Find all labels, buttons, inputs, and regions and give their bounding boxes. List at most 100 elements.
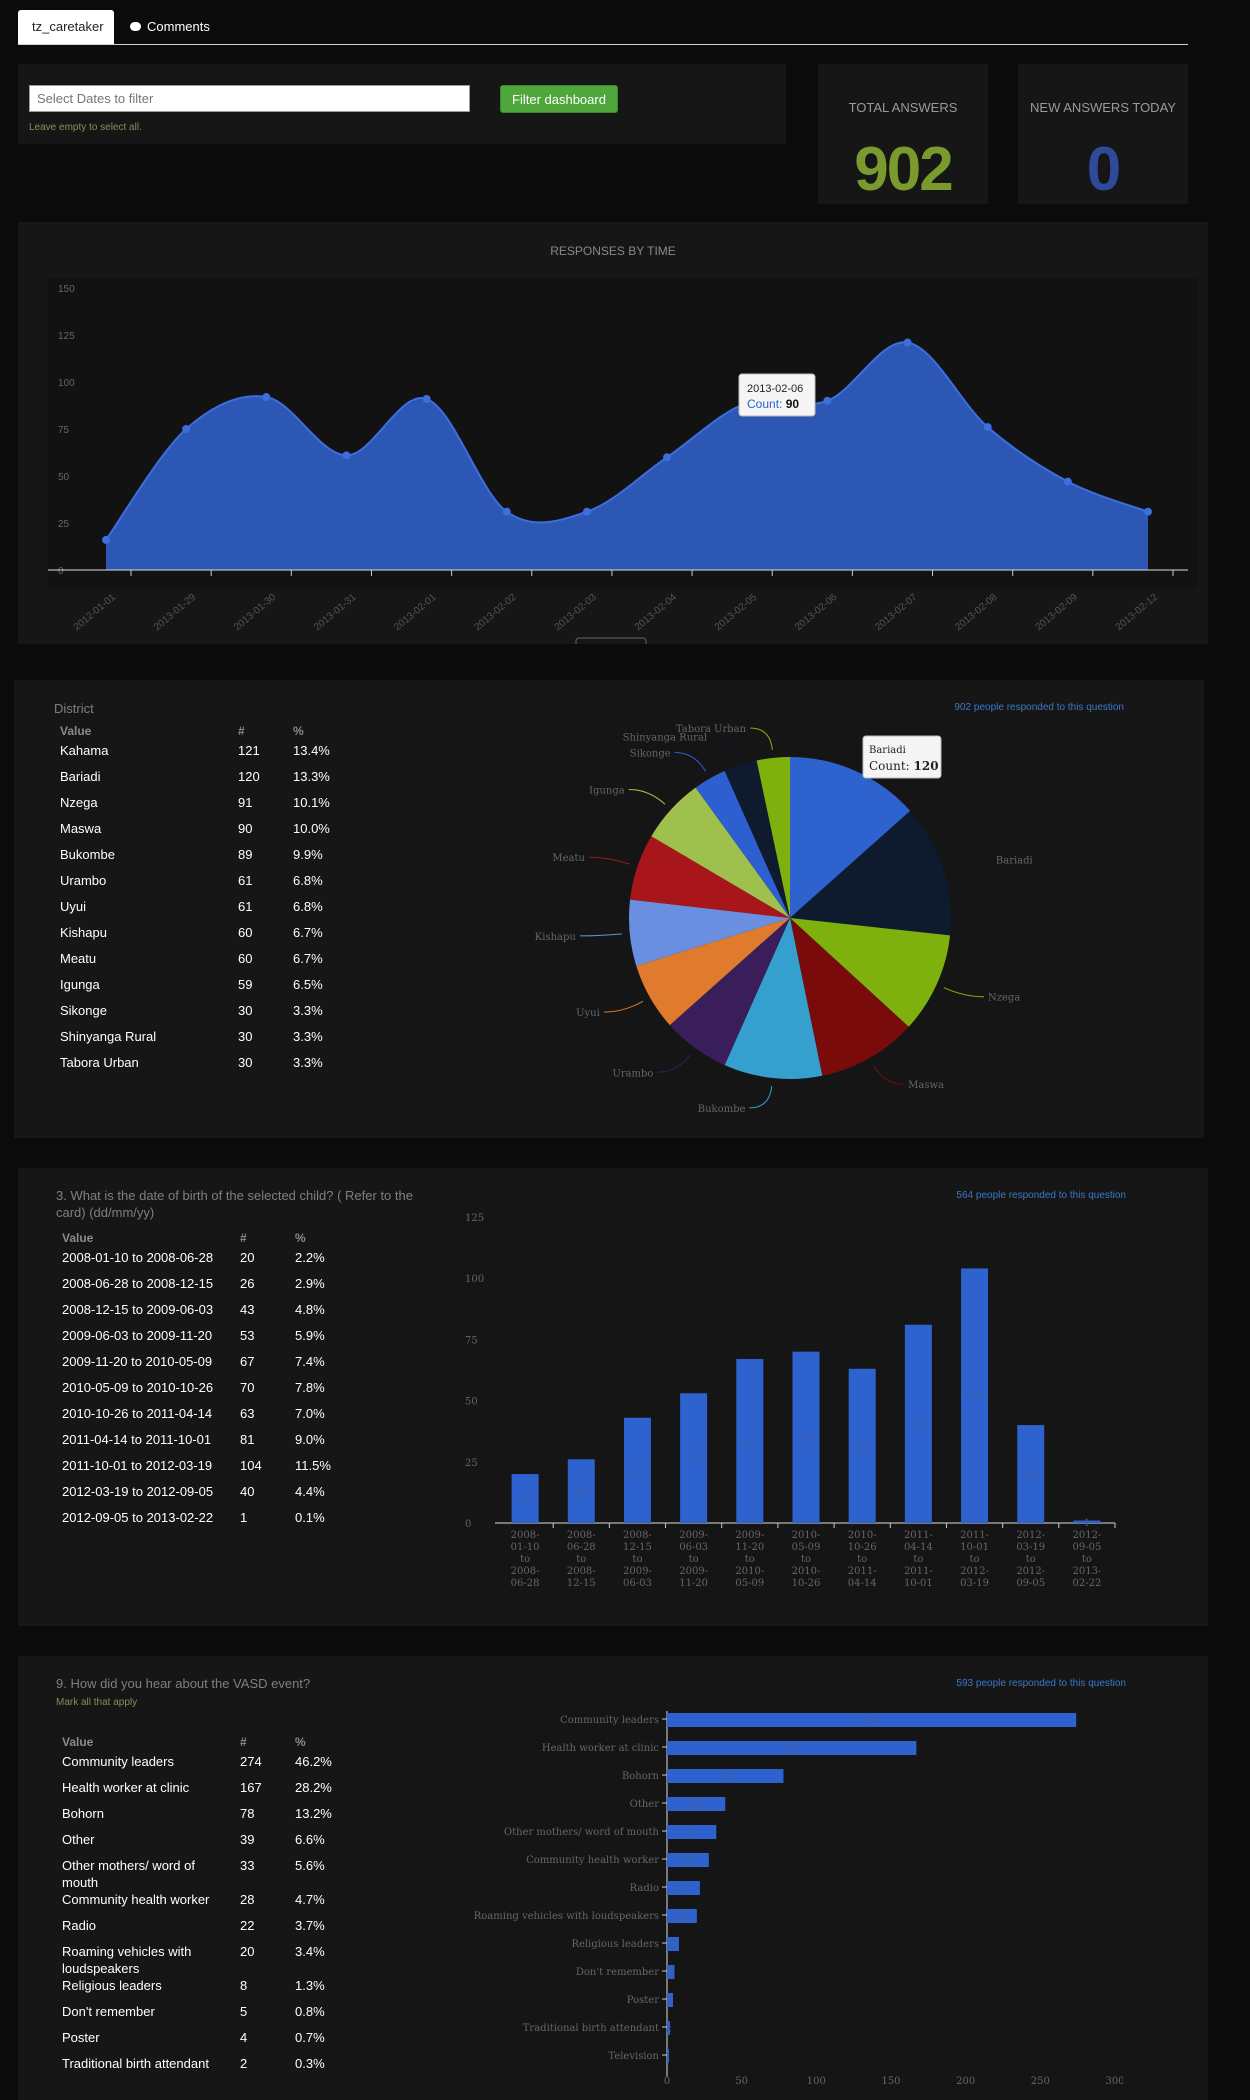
tooltip-count: 120 (914, 759, 939, 773)
question-subtitle: Mark all that apply (56, 1697, 138, 1708)
x-tick-label: to (1026, 1554, 1036, 1565)
table-cell: 3.4% (295, 1944, 325, 1959)
x-tick-label: 2013-02-03 (553, 592, 600, 634)
table-row: Radio 22 3.7% (58, 1917, 359, 1943)
slice-label: Meatu (552, 853, 585, 864)
table-cell: 81 (240, 1432, 255, 1447)
x-tick-label: 2013-02-01 (392, 592, 439, 634)
hear-bar-chart: Community leaders 274 Health worker at cli… (474, 1711, 1123, 2087)
x-tick-label: to (801, 1554, 811, 1565)
table-cell: 33 (240, 1858, 255, 1873)
x-tick-label: to (520, 1554, 530, 1565)
y-tick-label: 125 (465, 1213, 484, 1224)
table-row: Maswa 90 10.0% (56, 820, 357, 846)
table-header-row: Value #% (56, 720, 357, 742)
x-tick-label: 10-01 (960, 1542, 989, 1553)
x-tick-label: 10-26 (792, 1578, 821, 1589)
table-cell: 3.3% (293, 1003, 323, 1018)
y-tick-label: 25 (465, 1458, 478, 1469)
x-tick-label: 10-01 (904, 1578, 933, 1589)
table-cell: 2012-03-19 to 2012-09-05 (62, 1484, 214, 1499)
table-cell: Urambo (60, 873, 107, 888)
district-pie-chart: Bariadi Nzega Maswa Bukombe Urambo Uyui Kishap… (535, 724, 1033, 1115)
x-tick-label: to (913, 1554, 923, 1565)
table-row: Kishapu 60 6.7% (56, 924, 357, 950)
x-tick-label: 2009- (679, 1530, 708, 1541)
table-cell: Traditional birth attendant (62, 2056, 209, 2071)
table-row: Uyui 61 6.8% (56, 898, 357, 924)
table-cell: 167 (240, 1780, 262, 1795)
y-tick-label: 75 (465, 1335, 478, 1346)
table-row: 2008-06-28 to 2008-12-15 26 2.9% (58, 1275, 359, 1301)
bar-value-label: 20 (676, 1912, 689, 1923)
x-tick-label: 03-19 (1016, 1542, 1045, 1553)
table-row: Kahama 121 13.4% (56, 742, 357, 768)
table-cell: 2008-12-15 to 2009-06-03 (62, 1302, 214, 1317)
table-row: 2008-12-15 to 2009-06-03 43 4.8% (58, 1301, 359, 1327)
tooltip-value: Count: 90 (747, 397, 799, 411)
x-tick-label: 2010- (792, 1566, 821, 1577)
table-row: Shinyanga Rural 30 3.3% (56, 1028, 357, 1054)
table-cell: 2008-06-28 to 2008-12-15 (62, 1276, 214, 1291)
x-tick-label: 2010- (735, 1566, 764, 1577)
table-row: Bariadi 120 13.3% (56, 768, 357, 794)
table-cell: Igunga (60, 977, 100, 992)
x-tick-label: 2013-01-29 (152, 592, 199, 634)
table-cell: 46.2% (295, 1754, 332, 1769)
table-cell: 59 (238, 977, 253, 992)
table-row: Tabora Urban 30 3.3% (56, 1054, 357, 1080)
x-tick-label: 2011- (960, 1530, 989, 1541)
column-header: % (293, 724, 304, 738)
table-cell: Other (62, 1832, 95, 1847)
y-tick-label: 50 (58, 472, 70, 483)
bar-value-label: 274 (862, 1716, 881, 1727)
pie-tooltip: Bariadi Count: 120 (862, 735, 942, 779)
y-tick-label: Poster (627, 1995, 659, 2006)
x-tick-label: to (857, 1554, 867, 1565)
tab-comments[interactable]: Comments (116, 10, 224, 44)
x-tick-label: 2013- (1072, 1566, 1101, 1577)
x-tick-label: 2013-02-02 (472, 592, 519, 634)
table-cell: 13.2% (295, 1806, 332, 1821)
table-cell: 4.4% (295, 1484, 325, 1499)
x-tick-label: to (1082, 1554, 1092, 1565)
stat-value: 902 (854, 135, 953, 204)
data-point (102, 535, 110, 544)
table-cell: 2011-10-01 to 2012-03-19 (62, 1458, 213, 1473)
column-header: % (295, 1735, 306, 1749)
filter-dashboard-button[interactable]: Filter dashboard (500, 85, 618, 113)
tab-tz-caretaker[interactable]: tz_caretaker (18, 10, 114, 44)
table-row: Urambo 61 6.8% (56, 872, 357, 898)
table-cell: 5 (240, 2004, 248, 2019)
x-tick-label: 2012-01-01 (72, 592, 119, 634)
x-tick-label: 250 (1031, 2076, 1050, 2087)
x-tick-label: 2008- (567, 1566, 596, 1577)
data-point (903, 338, 912, 347)
table-cell: Kishapu (60, 925, 107, 940)
bar-value-label: 8 (670, 1940, 676, 1951)
chart-title: RESPONSES BY TIME (550, 244, 676, 258)
table-cell: 6.5% (293, 977, 323, 992)
date-filter-input[interactable] (29, 85, 470, 112)
table-cell: Community leaders (62, 1754, 174, 1769)
y-tick-label: Traditional birth attendant (523, 2023, 659, 2034)
table-cell: 2009-06-03 to 2009-11-20 (62, 1328, 213, 1343)
x-tick-label: 2012- (1016, 1530, 1045, 1541)
tooltip-count: 90 (786, 397, 800, 411)
table-cell: 6.7% (293, 951, 323, 966)
table-cell: 2012-09-05 to 2013-02-22 (62, 1510, 214, 1525)
slice-label: Igunga (589, 785, 625, 796)
table-cell: 6.8% (293, 899, 323, 914)
table-cell: 121 (238, 743, 260, 758)
x-tick-label: 12-15 (623, 1542, 652, 1553)
data-point (582, 507, 591, 516)
table-cell: 1.3% (295, 1978, 325, 1993)
table-cell: 4.8% (295, 1302, 325, 1317)
x-tick-label: 100 (807, 2076, 826, 2087)
x-tick-label: 2013-01-31 (312, 592, 359, 634)
x-tick-label: 2013-02-05 (713, 592, 760, 634)
x-tick-label: 04-14 (904, 1542, 933, 1553)
x-tick-label: 2008- (511, 1530, 540, 1541)
data-point (823, 396, 832, 405)
chart-tooltip: 2013-02-06 Count: 90 (738, 373, 816, 417)
